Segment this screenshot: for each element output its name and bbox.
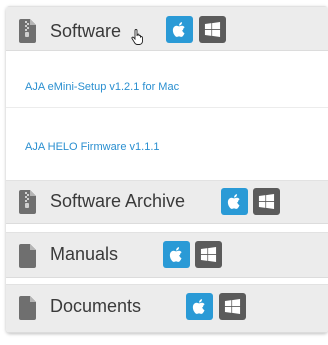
hand-cursor-icon [131,29,143,45]
software-windows-button[interactable] [199,16,226,43]
section-header-manuals[interactable]: Manuals [6,232,328,278]
section-header-software-archive[interactable]: Software Archive [6,180,328,224]
windows-icon [258,193,275,210]
download-row: AJA HELO Firmware v1.1.1 [6,108,328,180]
section-label-software: Software [50,21,122,41]
documents-mac-button[interactable] [186,293,213,320]
section-label-documents: Documents [50,296,142,316]
downloads-panel: Software AJA eMini-Setup v1.2.1 for Mac … [6,6,328,333]
apple-icon [227,193,242,210]
software-mac-button[interactable] [166,16,193,43]
manuals-windows-button[interactable] [195,241,222,268]
windows-icon [204,21,221,38]
download-link-helo-firmware[interactable]: AJA HELO Firmware v1.1.1 [25,141,160,153]
manuals-mac-button[interactable] [163,241,190,268]
download-row: AJA eMini-Setup v1.2.1 for Mac [6,51,328,108]
software-archive-windows-button[interactable] [253,188,280,215]
zip-file-icon [18,190,36,214]
apple-icon [169,246,184,263]
section-header-documents[interactable]: Documents [6,284,328,333]
documents-windows-button[interactable] [219,293,246,320]
software-archive-mac-button[interactable] [221,188,248,215]
apple-icon [172,21,187,38]
windows-icon [224,298,241,315]
section-label-software-archive: Software Archive [50,191,186,211]
section-label-manuals: Manuals [50,244,119,264]
document-icon [18,296,36,320]
document-icon [18,244,36,268]
section-header-software[interactable]: Software [6,6,328,51]
apple-icon [192,298,207,315]
zip-file-icon [18,19,36,43]
windows-icon [200,246,217,263]
download-link-emini-mac[interactable]: AJA eMini-Setup v1.2.1 for Mac [25,81,179,93]
